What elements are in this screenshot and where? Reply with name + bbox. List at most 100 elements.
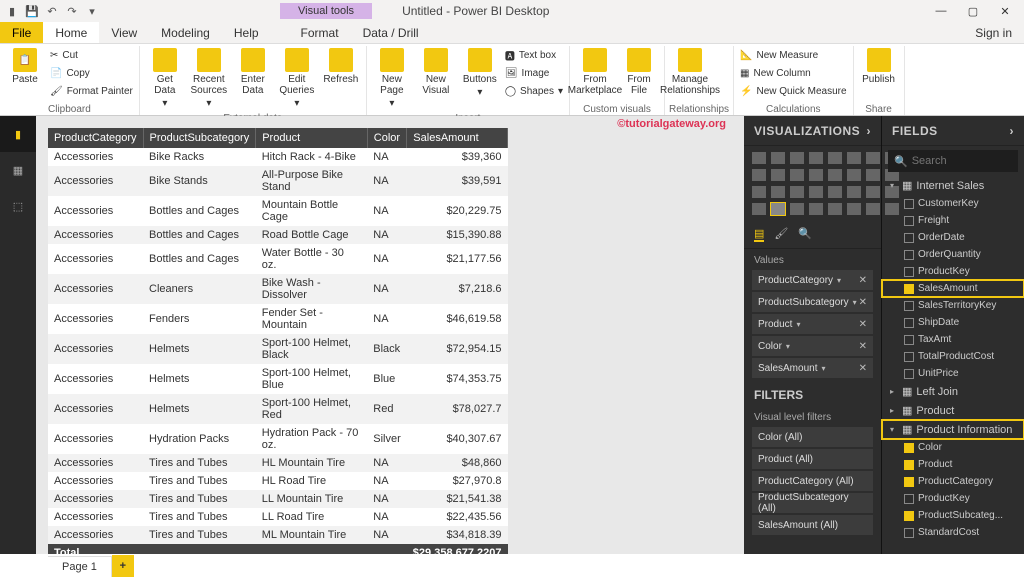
field-row[interactable]: OrderDate <box>882 229 1024 246</box>
table-row[interactable]: AccessoriesBike RacksHitch Rack - 4-Bike… <box>48 148 508 166</box>
field-checkbox[interactable] <box>904 352 914 362</box>
field-well[interactable]: SalesAmount▾✕ <box>752 358 873 378</box>
column-header[interactable]: Product <box>256 128 368 148</box>
redo-icon[interactable]: ↷ <box>64 3 80 19</box>
table-row[interactable]: AccessoriesHelmetsSport-100 Helmet, Blac… <box>48 334 508 364</box>
page-tab-1[interactable]: Page 1 <box>48 556 112 577</box>
save-icon[interactable]: 💾 <box>24 3 40 19</box>
rail-data-icon[interactable]: ▦ <box>0 152 36 188</box>
field-row[interactable]: Product <box>882 456 1024 473</box>
copy-button[interactable]: 📄 Copy <box>48 64 135 82</box>
format-painter-button[interactable]: 🖌 Format Painter <box>48 82 135 100</box>
column-header[interactable]: ProductSubcategory <box>143 128 256 148</box>
field-row[interactable]: SalesTerritoryKey <box>882 297 1024 314</box>
field-checkbox[interactable] <box>904 443 914 453</box>
viz-type-icon[interactable] <box>847 169 861 181</box>
table-row[interactable]: AccessoriesHelmetsSport-100 Helmet, RedR… <box>48 394 508 424</box>
image-button[interactable]: 🖼 Image <box>503 64 565 82</box>
collapse-viz-icon[interactable]: › <box>867 124 872 138</box>
column-header[interactable]: SalesAmount <box>407 128 508 148</box>
fields-search[interactable]: 🔍 <box>888 150 1018 172</box>
tab-home[interactable]: Home <box>43 22 99 43</box>
column-header[interactable]: ProductCategory <box>48 128 143 148</box>
table-row[interactable]: AccessoriesFendersFender Set - MountainN… <box>48 304 508 334</box>
viz-type-icon[interactable] <box>752 152 766 164</box>
table-row[interactable]: AccessoriesTires and TubesLL Road TireNA… <box>48 508 508 526</box>
field-checkbox[interactable] <box>904 216 914 226</box>
field-checkbox[interactable] <box>904 301 914 311</box>
tab-data-drill[interactable]: Data / Drill <box>351 22 431 43</box>
filter-row[interactable]: Color (All) <box>752 427 873 447</box>
field-checkbox[interactable] <box>904 335 914 345</box>
table-row[interactable]: AccessoriesCleanersBike Wash - Dissolver… <box>48 274 508 304</box>
close-button[interactable]: ✕ <box>990 0 1020 22</box>
new-column-button[interactable]: ▦ New Column <box>738 64 848 82</box>
table-row[interactable]: AccessoriesBike StandsAll-Purpose Bike S… <box>48 166 508 196</box>
remove-field-icon[interactable]: ✕ <box>859 363 867 374</box>
table-node[interactable]: ▾▦Internet Sales <box>882 176 1024 195</box>
viz-type-icon[interactable] <box>771 152 785 164</box>
viz-type-icon[interactable] <box>828 169 842 181</box>
field-checkbox[interactable] <box>904 250 914 260</box>
viz-type-icon[interactable] <box>809 169 823 181</box>
field-checkbox[interactable] <box>904 528 914 538</box>
field-checkbox[interactable] <box>904 494 914 504</box>
field-checkbox[interactable] <box>904 199 914 209</box>
remove-field-icon[interactable]: ✕ <box>859 319 867 330</box>
field-row[interactable]: ProductCategory <box>882 473 1024 490</box>
viz-type-icon[interactable] <box>847 203 861 215</box>
table-node[interactable]: ▾▦Product Information <box>882 420 1024 439</box>
report-canvas[interactable]: ©tutorialgateway.org ProductCategoryProd… <box>36 116 744 554</box>
field-checkbox[interactable] <box>904 267 914 277</box>
viz-type-icon[interactable] <box>809 152 823 164</box>
field-checkbox[interactable] <box>904 460 914 470</box>
table-row[interactable]: AccessoriesTires and TubesHL Mountain Ti… <box>48 454 508 472</box>
remove-field-icon[interactable]: ✕ <box>859 275 867 286</box>
paste-button[interactable]: 📋Paste <box>4 46 46 87</box>
tab-format[interactable]: Format <box>289 22 351 43</box>
field-checkbox[interactable] <box>904 284 914 294</box>
filter-row[interactable]: SalesAmount (All) <box>752 515 873 535</box>
field-checkbox[interactable] <box>904 477 914 487</box>
minimize-button[interactable]: — <box>926 0 956 22</box>
table-row[interactable]: AccessoriesBottles and CagesWater Bottle… <box>48 244 508 274</box>
field-row[interactable]: CustomerKey <box>882 195 1024 212</box>
collapse-fields-icon[interactable]: › <box>1010 124 1015 138</box>
field-row[interactable]: UnitPrice <box>882 365 1024 382</box>
manage-relationships-button[interactable]: Manage Relationships <box>669 46 711 98</box>
field-checkbox[interactable] <box>904 318 914 328</box>
viz-type-icon[interactable] <box>790 152 804 164</box>
viz-type-icon[interactable] <box>752 203 766 215</box>
field-row[interactable]: ProductKey <box>882 263 1024 280</box>
new-measure-button[interactable]: 📐 New Measure <box>738 46 848 64</box>
viz-type-icon[interactable] <box>866 203 880 215</box>
viz-type-icon[interactable] <box>847 186 861 198</box>
field-well[interactable]: Product▾✕ <box>752 314 873 334</box>
column-header[interactable]: Color <box>367 128 407 148</box>
filter-row[interactable]: Product (All) <box>752 449 873 469</box>
viz-type-icon[interactable] <box>847 152 861 164</box>
undo-icon[interactable]: ↶ <box>44 3 60 19</box>
field-well[interactable]: Color▾✕ <box>752 336 873 356</box>
filter-row[interactable]: ProductSubcategory (All) <box>752 493 873 513</box>
viz-type-icon[interactable] <box>752 169 766 181</box>
viz-type-icon[interactable] <box>771 186 785 198</box>
sign-in-link[interactable]: Sign in <box>963 22 1024 43</box>
field-row[interactable]: TaxAmt <box>882 331 1024 348</box>
tab-view[interactable]: View <box>99 22 149 43</box>
tab-file[interactable]: File <box>0 22 43 43</box>
viz-type-icon[interactable] <box>790 186 804 198</box>
from-marketplace-button[interactable]: From Marketplace <box>574 46 616 98</box>
maximize-button[interactable]: ▢ <box>958 0 988 22</box>
rail-report-icon[interactable]: ▮ <box>0 116 36 152</box>
field-checkbox[interactable] <box>904 511 914 521</box>
publish-button[interactable]: Publish <box>858 46 900 87</box>
field-well[interactable]: ProductSubcategory▾✕ <box>752 292 873 312</box>
cut-button[interactable]: ✂ Cut <box>48 46 135 64</box>
table-row[interactable]: AccessoriesHydration PacksHydration Pack… <box>48 424 508 454</box>
refresh-button[interactable]: Refresh <box>320 46 362 87</box>
table-row[interactable]: AccessoriesTires and TubesHL Road TireNA… <box>48 472 508 490</box>
tab-modeling[interactable]: Modeling <box>149 22 222 43</box>
format-tab-icon[interactable]: 🖌 <box>774 227 788 242</box>
viz-type-icon[interactable] <box>790 169 804 181</box>
